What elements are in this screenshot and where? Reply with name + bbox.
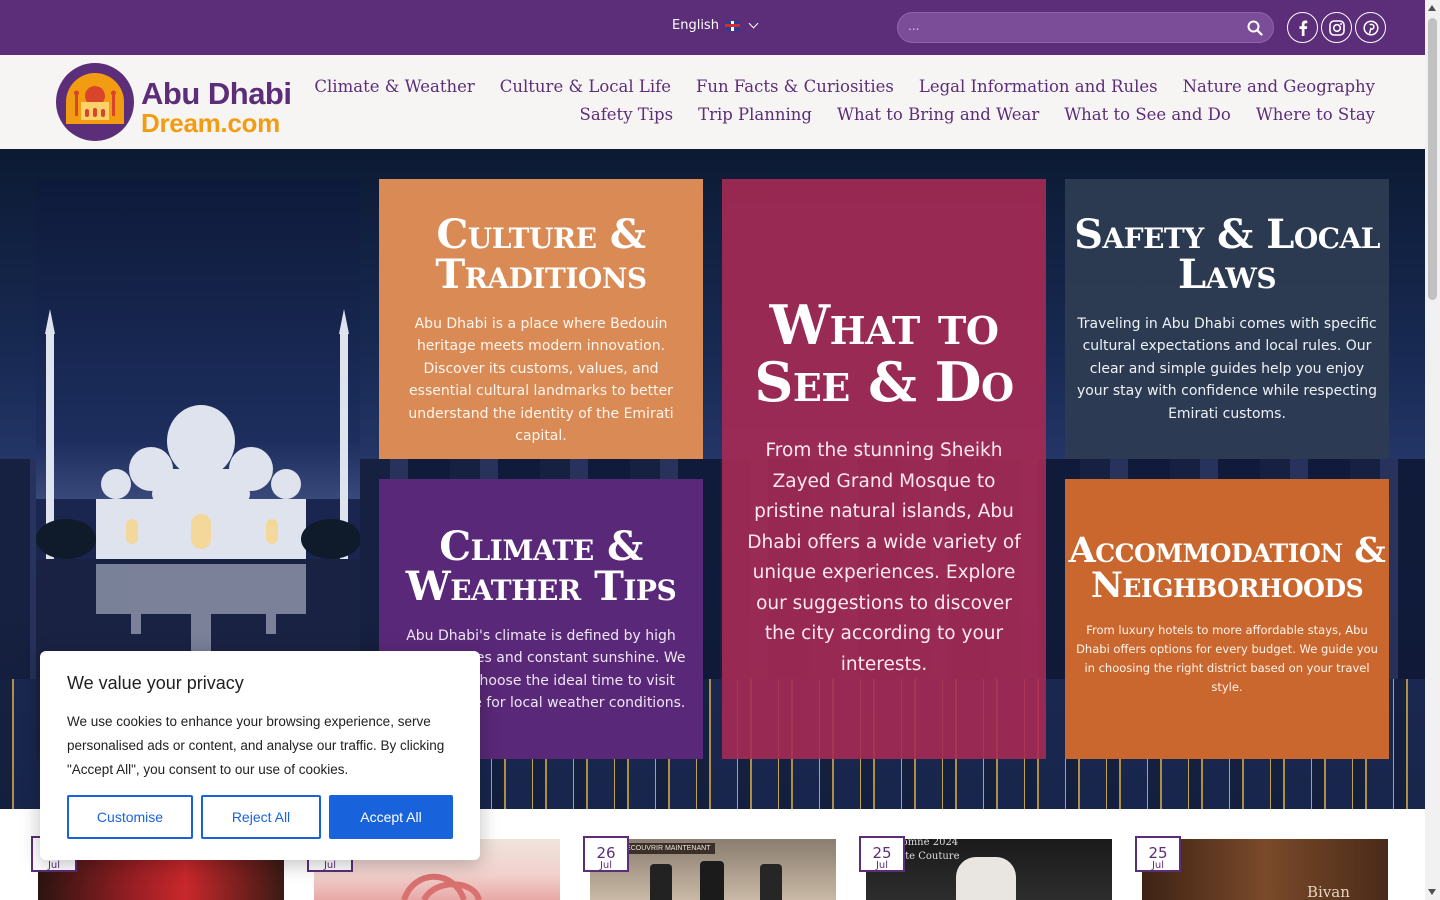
nav-culture-local-life[interactable]: Culture & Local Life xyxy=(500,77,671,96)
post-date-badge: 26 Jul xyxy=(583,836,629,872)
uk-flag-icon xyxy=(724,20,740,31)
search-box xyxy=(897,12,1274,43)
what-to-see-card[interactable]: What to See & Do From the stunning Sheik… xyxy=(722,179,1046,759)
post-month: Jul xyxy=(47,860,61,871)
cookie-consent-banner: We value your privacy We use cookies to … xyxy=(40,651,480,860)
main-nav-row2: Safety Tips Trip Planning What to Bring … xyxy=(580,105,1375,124)
nav-fun-facts[interactable]: Fun Facts & Curiosities xyxy=(696,77,894,96)
instagram-icon[interactable] xyxy=(1321,12,1352,43)
chevron-down-icon xyxy=(748,18,759,29)
cookie-buttons: Customise Reject All Accept All xyxy=(67,795,453,839)
top-bar: English xyxy=(0,0,1425,55)
site-header: Abu Dhabi Dream.com Climate & Weather Cu… xyxy=(0,55,1425,149)
see-card-text: From the stunning Sheikh Zayed Grand Mos… xyxy=(747,440,1021,675)
post-date-badge: 25 Jul xyxy=(1135,836,1181,872)
main-nav-row1: Climate & Weather Culture & Local Life F… xyxy=(314,77,1375,96)
post-month: Jul xyxy=(875,860,889,871)
page-scrollbar[interactable] xyxy=(1425,0,1440,900)
logo-line1: Abu Dhabi xyxy=(141,76,292,111)
reject-all-button[interactable]: Reject All xyxy=(201,795,321,839)
climate-card-title: Climate & Weather Tips xyxy=(405,523,677,610)
facebook-icon[interactable] xyxy=(1287,12,1318,43)
search-input[interactable] xyxy=(908,19,1228,33)
nav-what-to-see[interactable]: What to See and Do xyxy=(1064,105,1231,124)
nav-trip-planning[interactable]: Trip Planning xyxy=(698,105,812,124)
scroll-up-arrow-icon[interactable] xyxy=(1428,5,1436,11)
nav-where-to-stay[interactable]: Where to Stay xyxy=(1256,105,1375,124)
mosque-logo-icon xyxy=(56,63,134,141)
safety-card-text: Traveling in Abu Dhabi comes with specif… xyxy=(1076,316,1378,422)
scroll-thumb[interactable] xyxy=(1428,18,1437,300)
post-image-caption-3: Bivan xyxy=(1307,883,1350,900)
site-logo[interactable]: Abu Dhabi Dream.com xyxy=(56,62,306,142)
pinterest-icon[interactable] xyxy=(1355,12,1386,43)
nav-legal-information[interactable]: Legal Information and Rules xyxy=(919,77,1158,96)
accommodation-card-title: Accommodation & Neighborhoods xyxy=(1068,530,1386,606)
cookie-text: We use cookies to enhance your browsing … xyxy=(67,714,445,777)
post-image-banner: DÉCOUVRIR MAINTENANT xyxy=(616,843,716,854)
culture-card-text: Abu Dhabi is a place where Bedouin herit… xyxy=(408,316,674,444)
culture-card-title: Culture & Traditions xyxy=(435,211,647,298)
post-month: Jul xyxy=(1151,860,1165,871)
safety-laws-card[interactable]: Safety & Local Laws Traveling in Abu Dha… xyxy=(1065,179,1389,459)
cookie-title: We value your privacy xyxy=(67,673,244,693)
post-month: Jul xyxy=(323,860,337,871)
nav-safety-tips[interactable]: Safety Tips xyxy=(580,105,674,124)
safety-card-title: Safety & Local Laws xyxy=(1074,211,1380,298)
post-date-badge: 25 Jul xyxy=(859,836,905,872)
search-icon[interactable] xyxy=(1247,20,1263,36)
culture-traditions-card[interactable]: Culture & Traditions Abu Dhabi is a plac… xyxy=(379,179,703,459)
nav-climate-weather[interactable]: Climate & Weather xyxy=(314,77,474,96)
language-label: English xyxy=(672,18,719,33)
logo-line2: Dream.com xyxy=(141,108,280,138)
accommodation-card[interactable]: Accommodation & Neighborhoods From luxur… xyxy=(1065,479,1389,759)
nav-nature-geography[interactable]: Nature and Geography xyxy=(1183,77,1375,96)
accommodation-card-text: From luxury hotels to more affordable st… xyxy=(1076,623,1378,694)
customise-button[interactable]: Customise xyxy=(67,795,193,839)
language-selector[interactable]: English xyxy=(672,18,759,33)
post-month: Jul xyxy=(599,860,613,871)
scroll-down-arrow-icon[interactable] xyxy=(1428,889,1436,895)
see-card-title: What to See & Do xyxy=(754,293,1014,414)
nav-what-to-bring[interactable]: What to Bring and Wear xyxy=(837,105,1039,124)
accept-all-button[interactable]: Accept All xyxy=(329,795,453,839)
